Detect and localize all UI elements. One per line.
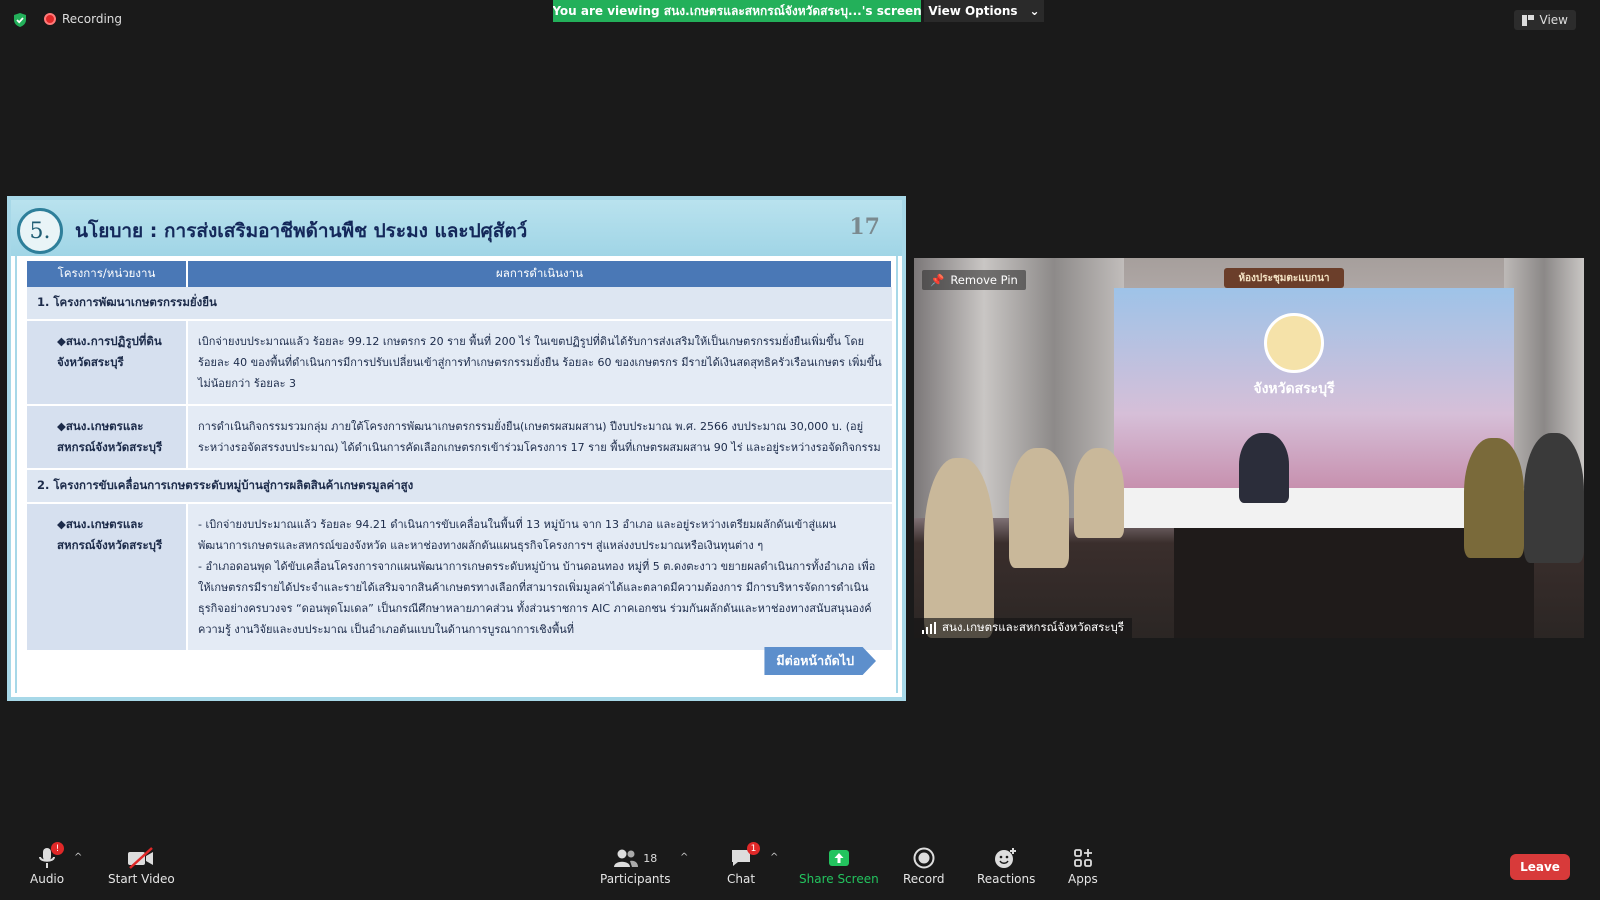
reactions-button[interactable]: Reactions: [977, 844, 1035, 886]
pinned-video-tile[interactable]: ห้องประชุมตะแบกนา จังหวัดสระบุรี 📌 Remov…: [914, 258, 1584, 638]
start-video-button[interactable]: Start Video: [108, 844, 175, 886]
meeting-participant: [1464, 438, 1524, 558]
slide-section-number: 5.: [17, 208, 63, 254]
meeting-participant: [1524, 433, 1584, 563]
province-emblem-icon: [1264, 313, 1324, 373]
view-options-label: View Options: [928, 4, 1018, 18]
meeting-participant: [924, 458, 994, 638]
meeting-participant: [1074, 448, 1124, 538]
section-heading-2: 2. โครงการขับเคลื่อนการเกษตรระดับหมู่บ้า…: [27, 469, 892, 504]
next-page-label: มีต่อหน้าถัดไป: [764, 647, 876, 675]
row-unit: ◆สนง.การปฏิรูปที่ดินจังหวัดสระบุรี: [27, 320, 188, 406]
chevron-down-icon: ⌄: [1029, 4, 1040, 18]
results-table: โครงการ/หน่วยงาน ผลการดำเนินงาน 1. โครงก…: [27, 261, 893, 652]
apps-label: Apps: [1068, 872, 1098, 886]
meeting-toolbar: ! Audio ^ Start Video 18 Participants ^: [0, 838, 1600, 900]
row-unit: ◆สนง.เกษตรและสหกรณ์จังหวัดสระบุรี: [27, 405, 188, 470]
table-header-results: ผลการดำเนินงาน: [187, 261, 893, 287]
recording-indicator[interactable]: Recording: [44, 12, 122, 26]
slide-header: 5. นโยบาย : การส่งเสริมอาชีพด้านพืช ประม…: [11, 200, 902, 256]
remove-pin-button[interactable]: 📌 Remove Pin: [922, 270, 1026, 290]
view-button[interactable]: View: [1513, 10, 1576, 30]
reactions-label: Reactions: [977, 872, 1036, 886]
row-detail: - เบิกจ่ายงบประมาณแล้ว ร้อยละ 94.21 ดำเน…: [187, 503, 892, 652]
section-heading-1: 1. โครงการพัฒนาเกษตรกรรมยั่งยืน: [27, 287, 892, 321]
row-detail-point: - อำเภอดอนพุด ได้ขับเคลื่อนโครงการจากแผน…: [198, 560, 876, 636]
audio-label: Audio: [30, 872, 65, 886]
participants-icon: [614, 849, 639, 867]
audio-button[interactable]: ! Audio: [30, 842, 65, 886]
room-sign: ห้องประชุมตะแบกนา: [1224, 268, 1344, 288]
recording-dot-icon: [44, 13, 56, 25]
record-label: Record: [903, 872, 945, 886]
leave-button[interactable]: Leave: [1510, 854, 1570, 880]
meeting-participant: [1009, 448, 1069, 568]
participant-count: 18: [643, 851, 658, 865]
remove-pin-label: Remove Pin: [950, 273, 1018, 287]
chat-options-caret-icon[interactable]: ^: [770, 852, 778, 863]
security-shield-icon[interactable]: [12, 12, 28, 28]
slide-body: โครงการ/หน่วยงาน ผลการดำเนินงาน 1. โครงก…: [15, 256, 898, 693]
participants-label: Participants: [600, 872, 671, 886]
chat-unread-badge: 1: [747, 842, 761, 855]
start-video-label: Start Video: [108, 872, 175, 886]
slide-page-number: 17: [849, 214, 880, 240]
participants-button[interactable]: 18 Participants: [600, 844, 671, 886]
slide-title: นโยบาย : การส่งเสริมอาชีพด้านพืช ประมง แ…: [75, 220, 528, 242]
emblem-label: จังหวัดสระบุรี: [1253, 381, 1335, 397]
shared-screen-slide[interactable]: 5. นโยบาย : การส่งเสริมอาชีพด้านพืช ประม…: [7, 196, 906, 701]
row-unit: ◆สนง.เกษตรและสหกรณ์จังหวัดสระบุรี: [27, 503, 188, 652]
apps-button[interactable]: Apps: [1068, 844, 1098, 886]
audio-options-caret-icon[interactable]: ^: [74, 852, 82, 863]
table-header-project: โครงการ/หน่วยงาน: [27, 261, 188, 287]
audio-warning-badge: !: [51, 842, 65, 855]
table-row: ◆สนง.เกษตรและสหกรณ์จังหวัดสระบุรี การดำเ…: [27, 405, 892, 470]
table-row: ◆สนง.การปฏิรูปที่ดินจังหวัดสระบุรี เบิกจ…: [27, 320, 892, 406]
apps-icon: [1073, 849, 1092, 867]
reactions-smiley-icon: [995, 848, 1017, 868]
view-options-button[interactable]: View Options ⌄: [924, 0, 1044, 22]
record-icon: [913, 847, 935, 869]
record-button[interactable]: Record: [903, 844, 944, 886]
view-layout-icon: [1521, 14, 1534, 26]
pin-icon: 📌: [930, 273, 945, 287]
row-detail-point: - เบิกจ่ายงบประมาณแล้ว ร้อยละ 94.21 ดำเน…: [198, 518, 837, 552]
participant-name-tag: สนง.เกษตรและสหกรณ์จังหวัดสระบุรี: [914, 618, 1133, 638]
row-detail: เบิกจ่ายงบประมาณแล้ว ร้อยละ 99.12 เกษตรก…: [187, 320, 892, 406]
share-screen-button[interactable]: Share Screen: [799, 844, 879, 886]
signal-strength-icon: [922, 622, 936, 634]
viewing-screen-banner: You are viewing สนง.เกษตรและสหกรณ์จังหวั…: [553, 0, 921, 22]
participant-name: สนง.เกษตรและสหกรณ์จังหวัดสระบุรี: [942, 620, 1125, 634]
meeting-participant: [1239, 433, 1289, 503]
row-detail: การดำเนินกิจกรรมรวมกลุ่ม ภายใต้โครงการพั…: [187, 405, 892, 470]
view-label: View: [1539, 13, 1568, 27]
participants-options-caret-icon[interactable]: ^: [680, 852, 688, 863]
chat-label: Chat: [727, 872, 756, 886]
share-screen-label: Share Screen: [799, 872, 879, 886]
recording-label: Recording: [62, 12, 123, 26]
chat-button[interactable]: 1 Chat: [727, 842, 761, 886]
share-screen-icon: [828, 850, 849, 866]
video-off-icon: [128, 847, 154, 869]
table-row: ◆สนง.เกษตรและสหกรณ์จังหวัดสระบุรี - เบิก…: [27, 503, 892, 652]
